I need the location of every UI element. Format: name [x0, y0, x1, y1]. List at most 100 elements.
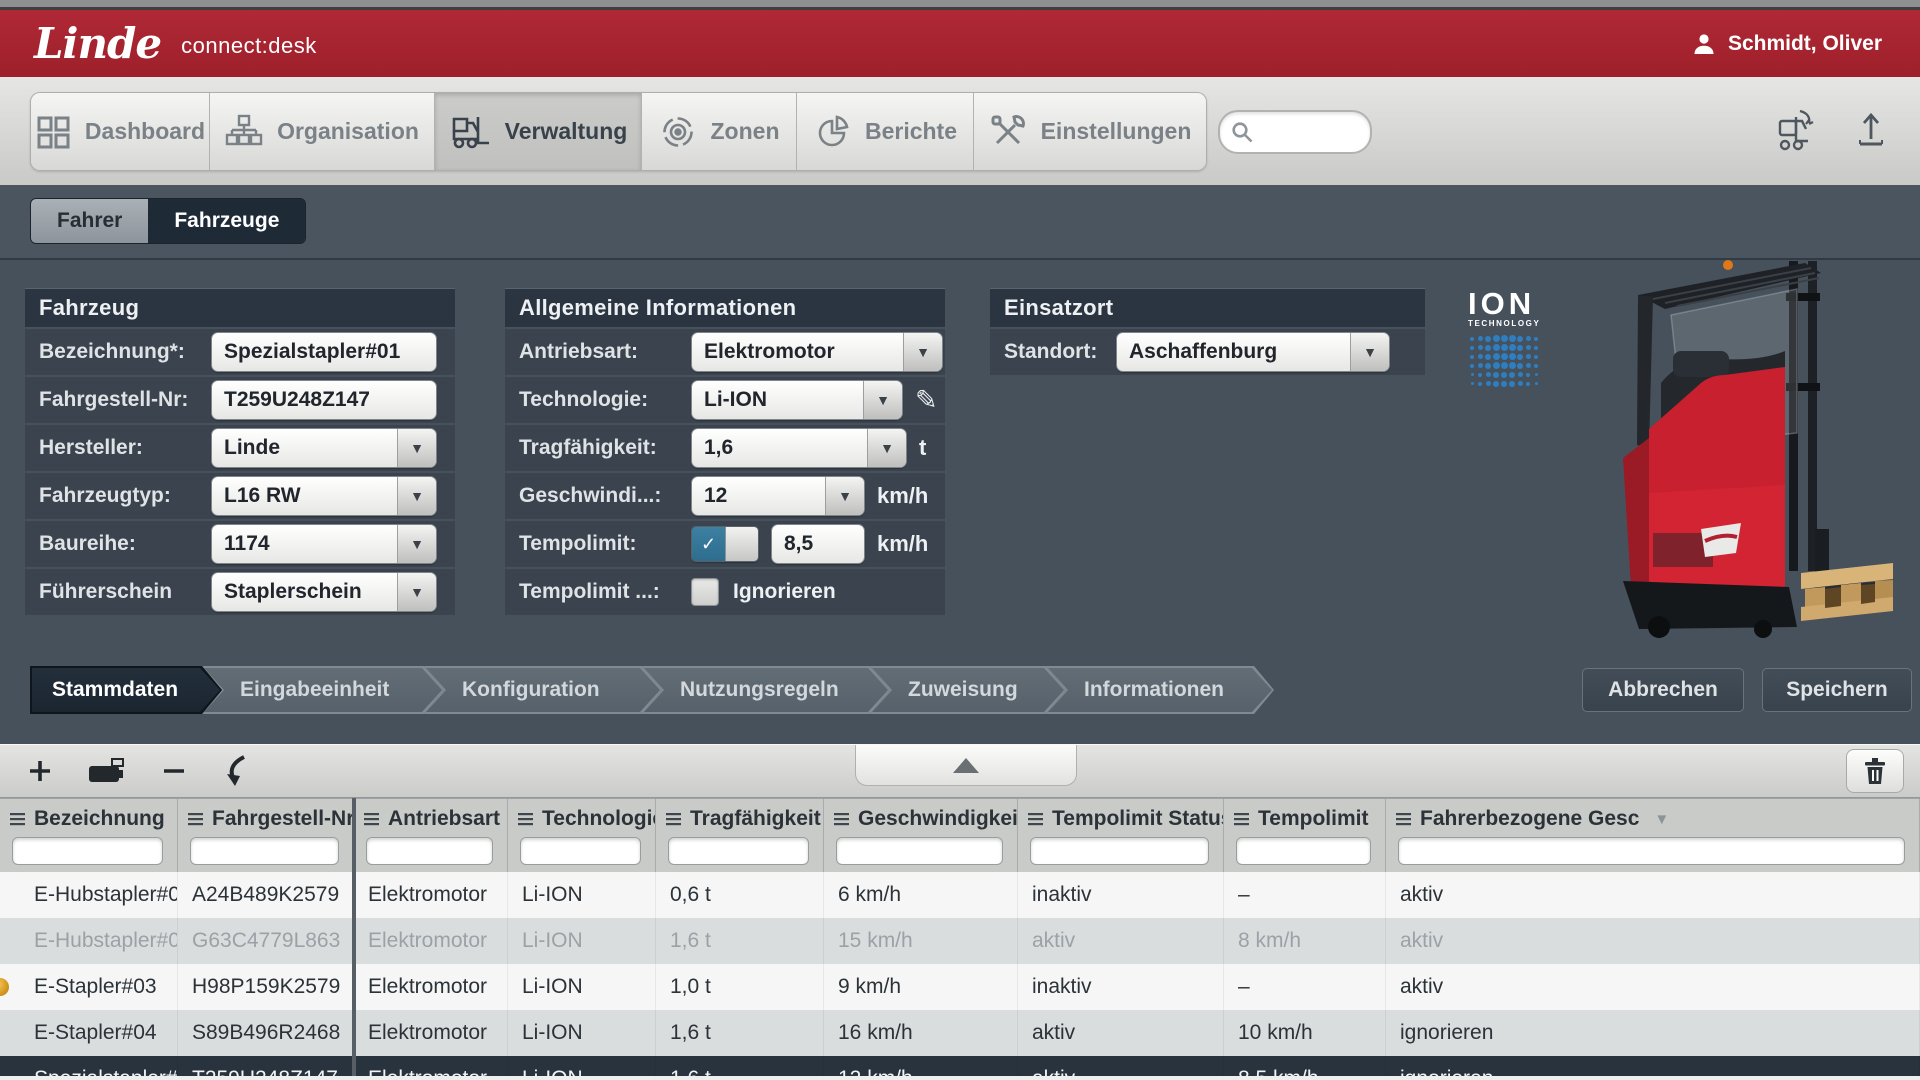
upload-icon[interactable] [1856, 111, 1886, 149]
column-label: Tragfähigkeit [690, 807, 821, 831]
baureihe-dropdown[interactable]: 1174▼ [211, 524, 437, 564]
fahrgestell-nr-filter-input[interactable] [190, 837, 339, 865]
chevron-down-icon[interactable]: ▼ [863, 381, 902, 419]
column-header-top: Bezeichnung▲ [10, 805, 177, 833]
tools-icon [989, 113, 1027, 151]
hersteller-dropdown[interactable]: Linde▼ [211, 428, 437, 468]
column-menu-icon[interactable] [666, 813, 681, 826]
ion-dot [1471, 382, 1474, 385]
chevron-down-icon[interactable]: ▼ [397, 573, 436, 611]
column-label: Antriebsart [388, 807, 500, 831]
import-arrow-button[interactable] [222, 755, 248, 787]
column-menu-icon[interactable] [364, 813, 379, 826]
chevron-down-icon[interactable]: ▼ [397, 429, 436, 467]
collapse-table-button[interactable] [855, 745, 1077, 786]
nav-tab-organisation[interactable]: Organisation [210, 93, 435, 170]
form-row-bezeichnung: Bezeichnung*:Spezialstapler#01 [25, 329, 455, 375]
field-label: Fahrgestell-Nr: [39, 388, 211, 412]
field-label: Bezeichnung*: [39, 340, 211, 364]
tab-stammdaten[interactable]: Stammdaten [30, 666, 222, 714]
cell-fahrerbezogene-gesc: aktiv [1386, 872, 1920, 918]
tab-nutzungsregeln[interactable]: Nutzungsregeln [642, 666, 890, 714]
cell-fahrerbezogene-gesc: aktiv [1386, 964, 1920, 1010]
chevron-down-icon[interactable]: ▼ [397, 477, 436, 515]
tempolimit-checkbox[interactable] [691, 578, 719, 606]
nav-tab-dashboard[interactable]: Dashboard [31, 93, 210, 170]
delete-row-button[interactable] [1846, 749, 1904, 793]
fahrzeugtyp-dropdown[interactable]: L16 RW▼ [211, 476, 437, 516]
field-label: Tempolimit: [519, 532, 691, 556]
subtab-fahrer[interactable]: Fahrer [31, 199, 148, 243]
column-menu-icon[interactable] [1234, 813, 1249, 826]
edit-icon[interactable]: ✎ [915, 390, 938, 410]
search-input[interactable] [1258, 116, 1362, 148]
table-row-e-hubstapler-02[interactable]: E-Hubstapler#02G63C4779L863ElektromotorL… [0, 918, 1920, 964]
ion-dot [1526, 373, 1530, 377]
technologie-dropdown[interactable]: Li-ION▼ [691, 380, 903, 420]
cell-fahrgestell-nr: S89B496R2468 [178, 1010, 354, 1056]
table-row-e-stapler-03[interactable]: E-Stapler#03H98P159K2579ElektromotorLi-I… [0, 964, 1920, 1010]
column-menu-icon[interactable] [834, 813, 849, 826]
tab-face: Eingabeeinheit [204, 668, 442, 712]
cancel-button[interactable]: Abbrechen [1582, 668, 1744, 712]
nav-tab-zonen[interactable]: Zonen [642, 93, 797, 170]
ion-dot [1509, 381, 1515, 387]
geschwindi-dropdown[interactable]: 12▼ [691, 476, 865, 516]
battery-button[interactable] [88, 758, 126, 784]
tempolimit-input[interactable]: 8,5 [771, 524, 865, 564]
tab-informationen[interactable]: Informationen [1046, 666, 1274, 714]
global-search[interactable] [1218, 110, 1372, 154]
column-menu-icon[interactable] [188, 813, 203, 826]
column-menu-icon[interactable] [10, 813, 25, 826]
field-value: 8,5 [772, 532, 864, 556]
führerschein-dropdown[interactable]: Staplerschein▼ [211, 572, 437, 612]
table-row-e-hubstapler-01[interactable]: E-Hubstapler#01A24B489K2579ElektromotorL… [0, 872, 1920, 918]
nav-tab-berichte[interactable]: Berichte [797, 93, 974, 170]
nav-tab-einstellungen[interactable]: Einstellungen [974, 93, 1206, 170]
tab-zuweisung[interactable]: Zuweisung [870, 666, 1066, 714]
ion-dot [1535, 382, 1538, 385]
cell-antriebsart: Elektromotor [354, 1010, 508, 1056]
column-menu-icon[interactable] [1396, 813, 1411, 826]
chevron-down-icon[interactable]: ▼ [397, 525, 436, 563]
column-menu-icon[interactable] [1028, 813, 1043, 826]
chevron-down-icon[interactable]: ▼ [1350, 333, 1389, 371]
antriebsart-dropdown[interactable]: Elektromotor▼ [691, 332, 943, 372]
save-button[interactable]: Speichern [1762, 668, 1912, 712]
tempolimit-status-filter-input[interactable] [1030, 837, 1209, 865]
geschwindigkeit-filter-input[interactable] [836, 837, 1003, 865]
fahrgestell-nr-input[interactable]: T259U248Z147 [211, 380, 437, 420]
tab-konfiguration[interactable]: Konfiguration [424, 666, 662, 714]
cell-tragfähigkeit: 1,0 t [656, 964, 824, 1010]
tragfähigkeit-filter-input[interactable] [668, 837, 809, 865]
user-menu[interactable]: Schmidt, Oliver [1692, 32, 1920, 56]
ion-dot [1486, 372, 1491, 377]
bezeichnung-input[interactable]: Spezialstapler#01 [211, 332, 437, 372]
tempolimit-filter-input[interactable] [1236, 837, 1371, 865]
antriebsart-filter-input[interactable] [366, 837, 493, 865]
bezeichnung-filter-input[interactable] [12, 837, 163, 865]
field-value: L16 RW [212, 484, 397, 508]
cell-tempolimit: – [1224, 964, 1386, 1010]
chevron-down-icon[interactable]: ▼ [825, 477, 864, 515]
tempolimit-toggle[interactable]: ✓ [691, 526, 759, 562]
subtab-fahrzeuge[interactable]: Fahrzeuge [148, 199, 305, 243]
tab-eingabeeinheit[interactable]: Eingabeeinheit [202, 666, 444, 714]
add-button[interactable] [28, 759, 52, 783]
form-row-hersteller: Hersteller:Linde▼ [25, 425, 455, 471]
chevron-down-icon[interactable]: ▼ [903, 333, 942, 371]
technologie-filter-input[interactable] [520, 837, 641, 865]
remove-button[interactable] [162, 759, 186, 783]
filter-icon[interactable]: ▼ [1654, 811, 1669, 828]
table-row-e-stapler-04[interactable]: E-Stapler#04S89B496R2468ElektromotorLi-I… [0, 1010, 1920, 1056]
ion-technology-logo: ION TECHNOLOGY [1468, 290, 1554, 388]
column-menu-icon[interactable] [518, 813, 533, 826]
tab-label: Zuweisung [872, 678, 1044, 702]
fahrerbezogene-gesc-filter-input[interactable] [1398, 837, 1905, 865]
cell-geschwindigkeit: 9 km/h [824, 964, 1018, 1010]
nav-tab-verwaltung[interactable]: Verwaltung [435, 93, 642, 170]
tragfähigkeit-dropdown[interactable]: 1,6▼ [691, 428, 907, 468]
forklift-transfer-icon[interactable] [1770, 107, 1822, 153]
standort-dropdown[interactable]: Aschaffenburg▼ [1116, 332, 1390, 372]
chevron-down-icon[interactable]: ▼ [867, 429, 906, 467]
